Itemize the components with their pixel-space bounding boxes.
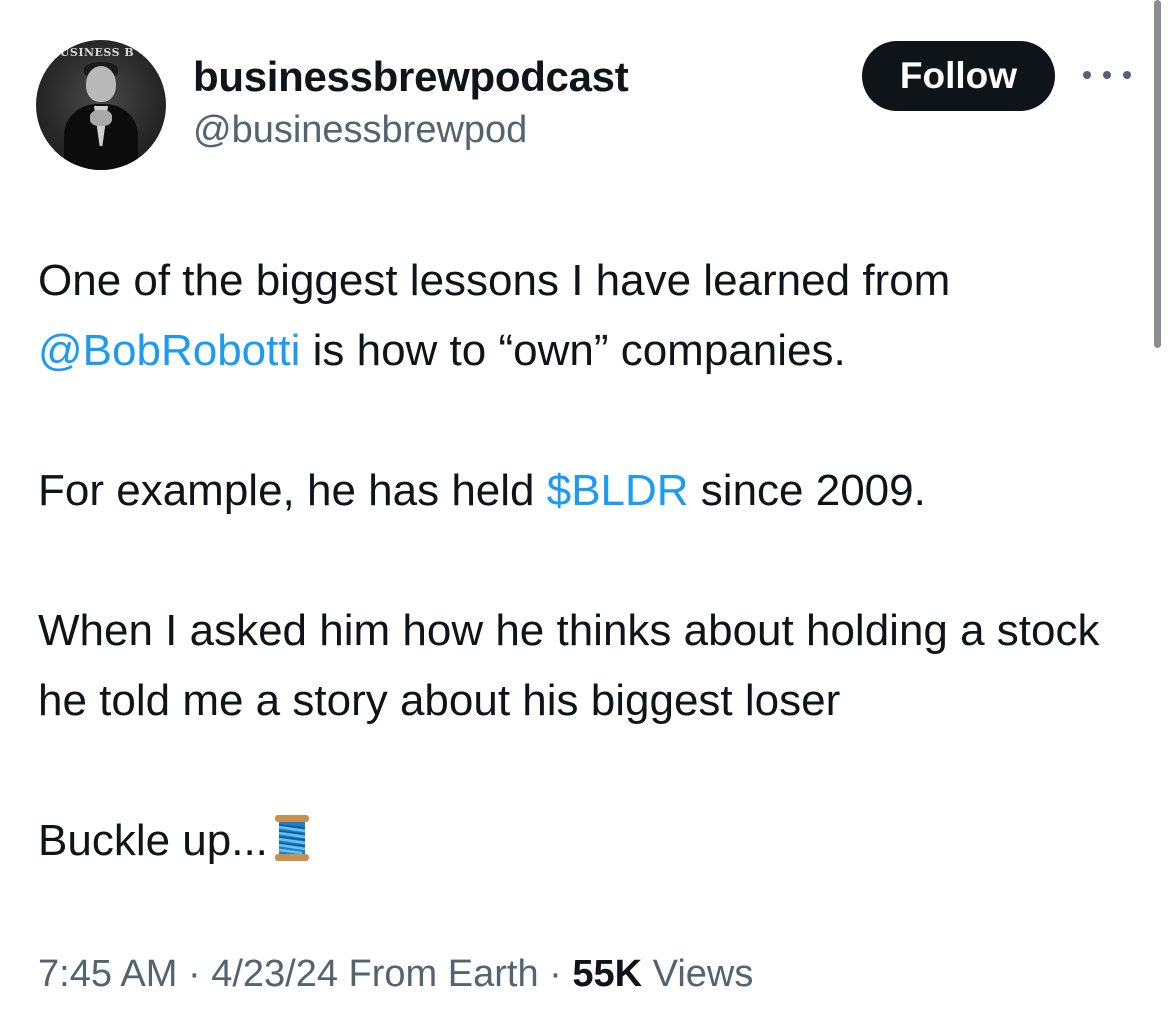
tweet-paragraph: Buckle up... [38,806,1138,884]
tweet-text-segment: since 2009. [688,466,926,515]
tweet-text-segment: is how to “own” companies. [300,326,846,375]
mention-link[interactable]: @BobRobotti [38,326,300,375]
display-name[interactable]: businessbrewpodcast [193,52,629,102]
avatar-banner-text: BUSINESS B [50,46,135,59]
thread-spool-icon [272,813,312,884]
avatar-figure-head [86,66,116,102]
tweet-body: One of the biggest lessons I have learne… [38,246,1138,884]
views-count: 55K [572,953,643,995]
scrollbar[interactable] [1154,0,1161,348]
tweet-source: From Earth [338,953,539,995]
cashtag-link[interactable]: $BLDR [547,466,689,515]
avatar-figure-hands [90,110,112,126]
separator-dot: · [177,953,212,995]
tweet-paragraph: When I asked him how he thinks about hol… [38,606,1100,725]
tweet-text-segment: For example, he has held [38,466,547,515]
tweet-text-segment: Buckle up... [38,816,268,865]
avatar[interactable]: BUSINESS B [36,40,166,170]
more-horizontal-icon [1123,71,1131,79]
tweet-text-segment: One of the biggest lessons I have learne… [38,256,951,305]
more-horizontal-icon [1103,71,1111,79]
user-handle[interactable]: @businessbrewpod [193,106,527,154]
separator-dot: · [538,953,573,995]
tweet-paragraph: For example, he has held $BLDR since 200… [38,456,1138,526]
more-options-button[interactable] [1083,60,1131,90]
tweet-date[interactable]: 4/23/24 [211,953,338,995]
more-horizontal-icon [1083,71,1091,79]
views-label: Views [642,953,754,995]
tweet-metadata: 7:45 AM · 4/23/24 From Earth · 55K Views [38,944,753,1004]
tweet-paragraph: One of the biggest lessons I have learne… [38,246,1138,386]
tweet-time[interactable]: 7:45 AM [38,953,177,995]
follow-button[interactable]: Follow [862,41,1055,111]
